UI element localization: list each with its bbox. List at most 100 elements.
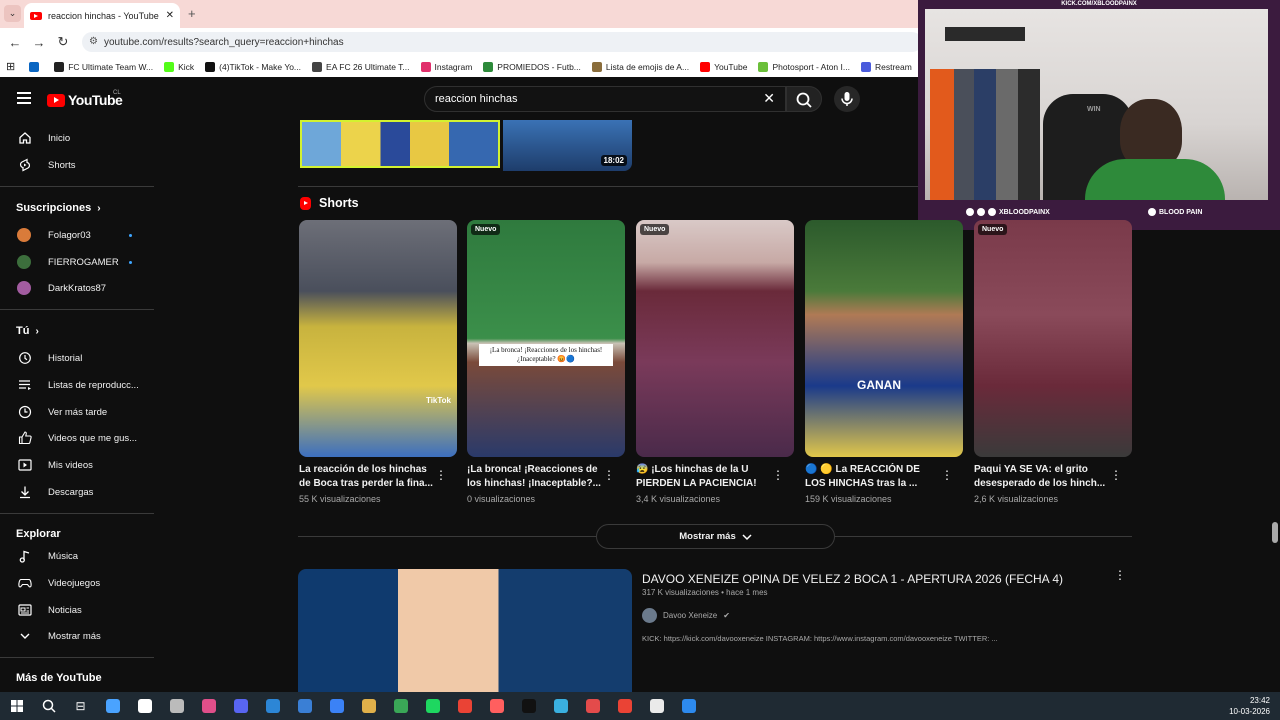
bookmark-item[interactable] <box>29 61 43 72</box>
apps-grid-icon[interactable]: ⊞ <box>6 60 15 73</box>
bookmark-label: EA FC 26 Ultimate T... <box>326 61 410 72</box>
sidebar-item-sub[interactable]: FIERROGAMER <box>0 249 154 275</box>
taskbar-app-button[interactable] <box>643 696 670 716</box>
bookmark-item[interactable]: FC Ultimate Team W... <box>54 61 153 72</box>
new-tab-button[interactable]: + <box>188 6 196 21</box>
taskbar-app-button[interactable] <box>131 696 158 716</box>
short-thumbnail[interactable]: Nuevo ¡La bronca! ¡Reacciones de los hinc… <box>467 220 625 457</box>
bookmark-item[interactable]: Kick <box>164 61 194 72</box>
bookmark-item[interactable]: EA FC 26 Ultimate T... <box>312 61 410 72</box>
forward-arrow-icon[interactable]: → <box>27 35 51 50</box>
microphone-brand-text: GANAN <box>857 378 901 392</box>
short-title[interactable]: La reacción de los hinchas de Boca tras … <box>299 463 437 491</box>
search-input[interactable]: reaccion hinchas ✕ <box>424 86 786 112</box>
bookmark-item[interactable]: Photosport - Aton I... <box>758 61 850 72</box>
show-more-label: Mostrar más <box>679 531 736 542</box>
sidebar-item-liked[interactable]: Videos que me gus... <box>0 425 154 451</box>
sidebar-item-historial[interactable]: Historial <box>0 345 154 371</box>
short-title[interactable]: 🔵 🟡 La REACCIÓN DE LOS HINCHAS tras la .… <box>805 463 943 491</box>
bookmark-item[interactable]: Restream <box>860 61 912 72</box>
back-arrow-icon[interactable]: ← <box>3 35 27 50</box>
bookmark-item[interactable]: Instagram <box>420 61 472 72</box>
more-options-icon[interactable]: ⋮ <box>603 468 615 482</box>
sidebar-item-sub[interactable]: Folagor03 <box>0 222 154 248</box>
bookmark-item[interactable]: Lista de emojis de A... <box>591 61 689 72</box>
taskbar-app-button[interactable] <box>195 696 222 716</box>
bookmark-item[interactable]: (4)TikTok - Make Yo... <box>205 61 301 72</box>
taskbar-app-button[interactable] <box>579 696 606 716</box>
video-thumbnail[interactable] <box>300 120 500 168</box>
sidebar-item-news[interactable]: Noticias <box>0 597 154 623</box>
short-title[interactable]: ¡La bronca! ¡Reacciones de los hinchas! … <box>467 463 605 491</box>
taskbar-search-button[interactable] <box>35 696 62 716</box>
tab-search-button[interactable]: ⌄ <box>4 5 21 22</box>
more-options-icon[interactable]: ⋮ <box>435 468 447 482</box>
channel-link[interactable]: Davoo Xeneize ✔ <box>642 608 730 623</box>
short-card[interactable]: Nuevo Paqui YA SE VA: el grito desesperad… <box>974 220 1132 504</box>
sidebar-item-watch-later[interactable]: Ver más tarde <box>0 399 154 425</box>
short-title[interactable]: 😰 ¡Los hinchas de la U PIERDEN LA PACIEN… <box>636 463 774 491</box>
sidebar-item-show-more[interactable]: Mostrar más <box>0 623 154 649</box>
clear-search-icon[interactable]: ✕ <box>763 90 775 107</box>
short-thumbnail[interactable]: Nuevo <box>974 220 1132 457</box>
address-bar[interactable]: ⚙ youtube.com/results?search_query=reacc… <box>82 32 922 52</box>
short-card[interactable]: TikTok La reacción de los hinchas de Boca… <box>299 220 457 504</box>
video-thumbnail[interactable] <box>298 569 632 692</box>
sidebar-item-inicio[interactable]: Inicio <box>0 125 154 151</box>
short-thumbnail[interactable]: TikTok <box>299 220 457 457</box>
sidebar-item-sub[interactable]: DarkKratos87 <box>0 275 154 301</box>
tab-youtube[interactable]: reaccion hinchas - YouTube ✕ <box>24 3 180 28</box>
taskbar-app-button[interactable] <box>611 696 638 716</box>
sidebar-item-music[interactable]: Música <box>0 543 154 569</box>
more-options-icon[interactable]: ⋮ <box>1114 568 1126 582</box>
video-title[interactable]: DAVOO XENEIZE OPINA DE VELEZ 2 BOCA 1 - … <box>642 572 1063 586</box>
short-card[interactable]: Nuevo ¡La bronca! ¡Reacciones de los hinc… <box>467 220 625 504</box>
short-views: 55 K visualizaciones <box>299 494 381 504</box>
reload-icon[interactable]: ↻ <box>51 34 75 50</box>
sidebar-item-playlists[interactable]: Listas de reproducc... <box>0 372 154 398</box>
more-options-icon[interactable]: ⋮ <box>772 468 784 482</box>
close-tab-icon[interactable]: ✕ <box>166 10 174 21</box>
short-title[interactable]: Paqui YA SE VA: el grito desesperado de … <box>974 463 1112 491</box>
sidebar-item-my-videos[interactable]: Mis videos <box>0 452 154 478</box>
youtube-logo[interactable]: YouTube CL <box>47 90 123 108</box>
bookmark-item[interactable]: PROMIEDOS - Futb... <box>483 61 581 72</box>
menu-icon[interactable] <box>17 92 31 104</box>
taskbar-app-button[interactable] <box>163 696 190 716</box>
sidebar-item-gaming[interactable]: Videojuegos <box>0 570 154 596</box>
sidebar-item-shorts[interactable]: Shorts <box>0 152 154 178</box>
task-view-button[interactable]: ⊟ <box>67 696 94 716</box>
site-info-icon[interactable]: ⚙ <box>89 36 98 47</box>
taskbar-app-button[interactable] <box>387 696 414 716</box>
video-thumbnail[interactable]: 18:02 <box>503 120 632 171</box>
taskbar-app-button[interactable] <box>355 696 382 716</box>
system-clock[interactable]: 23:42 10-03-2026 <box>1229 695 1270 717</box>
taskbar-app-button[interactable] <box>483 696 510 716</box>
bookmark-item[interactable]: YouTube <box>700 61 747 72</box>
search-button[interactable] <box>786 86 822 112</box>
taskbar-app-button[interactable] <box>291 696 318 716</box>
you-header[interactable]: Tú › <box>16 325 39 337</box>
taskbar-app-button[interactable] <box>515 696 542 716</box>
taskbar-app-button[interactable] <box>227 696 254 716</box>
taskbar-app-button[interactable] <box>99 696 126 716</box>
subscriptions-header[interactable]: Suscripciones › <box>16 202 101 214</box>
start-button[interactable] <box>3 696 30 716</box>
short-card[interactable]: GANAN 🔵 🟡 La REACCIÓN DE LOS HINCHAS tras… <box>805 220 963 504</box>
show-more-button[interactable]: Mostrar más <box>596 524 835 549</box>
short-thumbnail[interactable]: GANAN <box>805 220 963 457</box>
taskbar-app-button[interactable] <box>323 696 350 716</box>
taskbar-app-button[interactable] <box>419 696 446 716</box>
more-options-icon[interactable]: ⋮ <box>941 468 953 482</box>
taskbar-app-button[interactable] <box>451 696 478 716</box>
voice-search-button[interactable] <box>834 86 860 112</box>
short-thumbnail[interactable]: Nuevo <box>636 220 794 457</box>
taskbar: ⊟ 23:42 10-03-2026 <box>0 692 1280 720</box>
taskbar-app-button[interactable] <box>675 696 702 716</box>
short-card[interactable]: Nuevo 😰 ¡Los hinchas de la U PIERDEN LA P… <box>636 220 794 504</box>
taskbar-app-button[interactable] <box>259 696 286 716</box>
taskbar-app-button[interactable] <box>547 696 574 716</box>
scrollbar-thumb[interactable] <box>1272 522 1278 543</box>
sidebar-item-downloads[interactable]: Descargas <box>0 479 154 505</box>
more-options-icon[interactable]: ⋮ <box>1110 468 1122 482</box>
